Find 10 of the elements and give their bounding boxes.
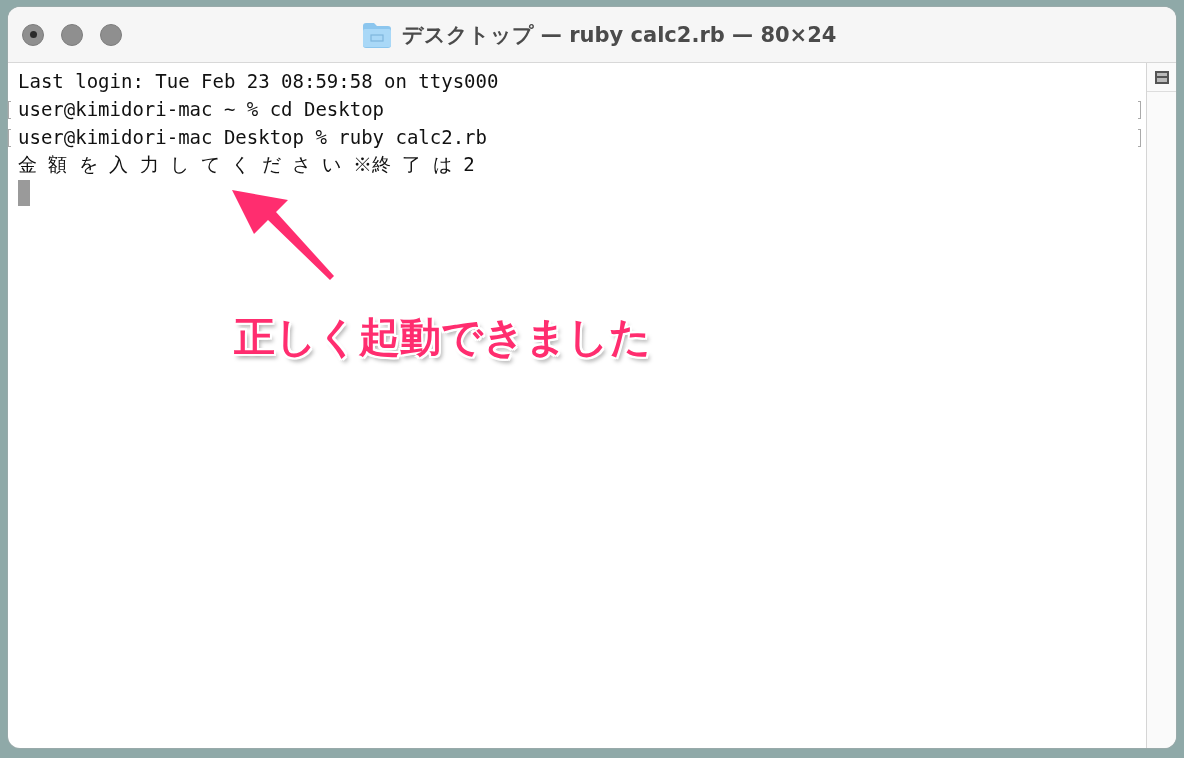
terminal-line: Last login: Tue Feb 23 08:59:58 on ttys000 <box>18 70 499 92</box>
minimize-button[interactable] <box>61 23 83 46</box>
close-button[interactable] <box>22 23 44 46</box>
folder-icon <box>361 21 392 48</box>
zoom-button[interactable] <box>100 23 122 46</box>
terminal-line: 金 額 を 入 力 し て く だ さ い ※終 了 は 2 <box>18 152 475 177</box>
window-title: デスクトップ — ruby calc2.rb — 80×24 <box>401 21 837 49</box>
terminal-line: user@kimidori-mac ~ % cd Desktop <box>18 98 385 120</box>
annotation-text: 正しく起動できました <box>234 312 651 363</box>
terminal-line: user@kimidori-mac Desktop % ruby calc2.rb <box>18 126 487 148</box>
